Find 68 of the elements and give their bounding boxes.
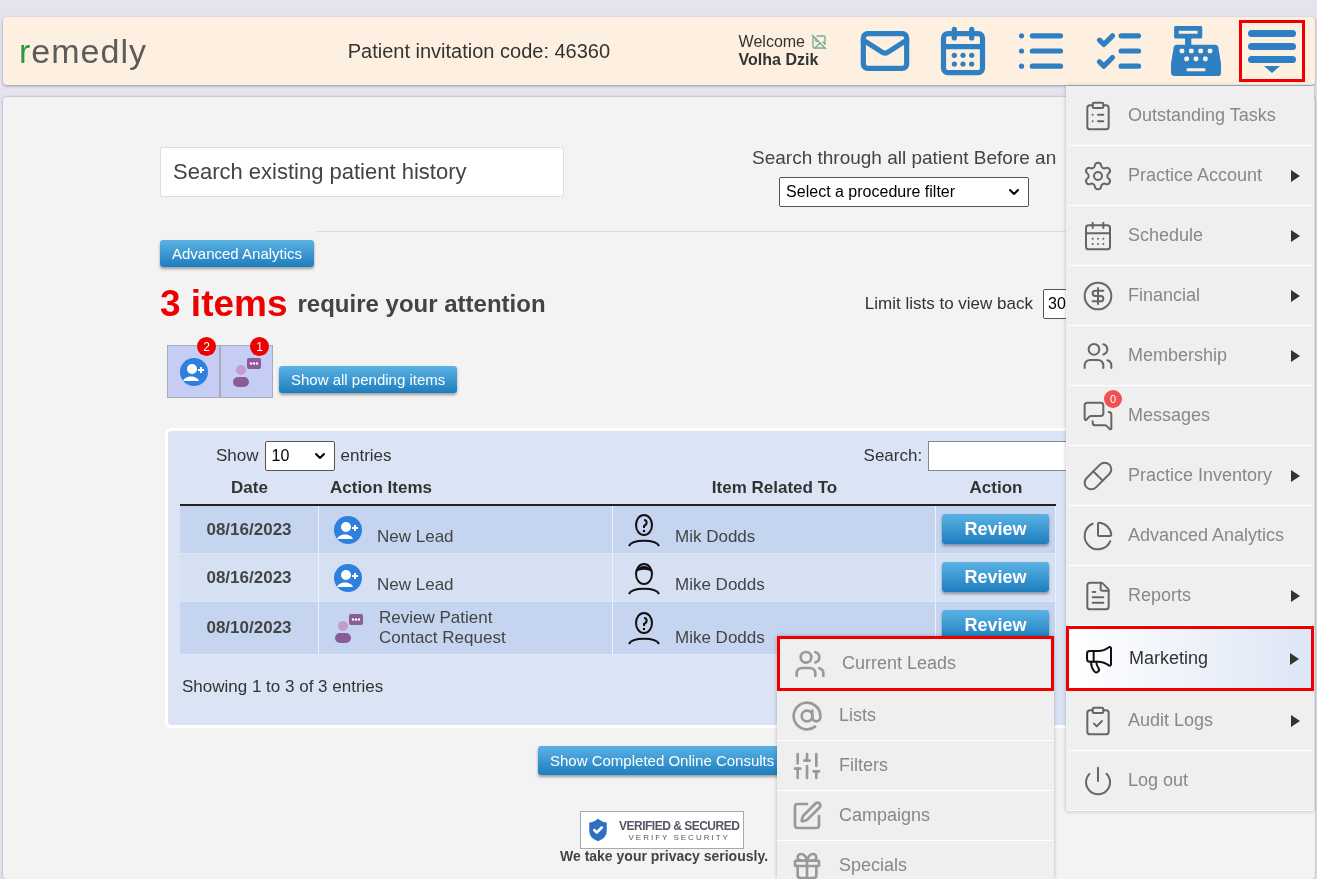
search-label: Search through all patient Before an (752, 147, 1057, 169)
unknown-person-icon (627, 611, 661, 645)
entries-select[interactable]: 10 (264, 441, 335, 471)
seal-title: VERIFIED & SECURED (619, 818, 740, 833)
entries-label: entries (340, 446, 392, 466)
date-cell: 08/16/2023 (206, 519, 292, 540)
user-name: Volha Dzik (738, 51, 819, 69)
broken-image-icon (811, 34, 827, 50)
related-name: Mike Dodds (675, 575, 765, 596)
menu-item[interactable]: Advanced Analytics (1068, 506, 1312, 566)
privacy-text: We take your privacy seriously. (560, 849, 770, 864)
gear-icon (1082, 159, 1114, 192)
menu-item[interactable]: Log out (1068, 751, 1312, 811)
menu-item[interactable]: Practice Inventory (1068, 446, 1312, 506)
date-cell: 08/10/2023 (206, 618, 292, 638)
menu-item[interactable]: Schedule (1068, 206, 1312, 266)
dollar-icon (1082, 279, 1114, 312)
at-sign-icon (791, 699, 823, 732)
related-name: Mik Dodds (675, 527, 756, 548)
user-plus-icon (333, 514, 363, 545)
submenu-item[interactable]: Current Leads (777, 636, 1054, 691)
action-item-text: New Lead (377, 527, 454, 548)
menu-item[interactable]: Membership (1068, 326, 1312, 386)
power-icon (1082, 764, 1114, 797)
pill-bottle-icon (1082, 459, 1114, 492)
toolbar-button[interactable] (1239, 20, 1305, 82)
date-cell: 08/16/2023 (206, 567, 292, 588)
show-label: Show (216, 446, 259, 466)
cash-register-icon (1171, 26, 1221, 76)
review-button[interactable]: Review (942, 562, 1049, 592)
items-count: 3 items (160, 283, 288, 325)
unknown-person-icon (627, 512, 661, 547)
related-name: Mike Dodds (675, 628, 765, 649)
submenu-item[interactable]: Lists (777, 691, 1054, 741)
user-plus-icon (333, 562, 363, 593)
user-plus-icon (178, 356, 209, 387)
chat-person-icon (230, 355, 263, 388)
seal-subtitle: VERIFY SECURITY (628, 832, 730, 842)
search-label: Search: (863, 446, 923, 466)
action-item-text: New Lead (377, 575, 454, 596)
count-badge: 0 (1104, 390, 1122, 408)
attention-text: require your attention (297, 290, 546, 318)
limit-label: Limit lists to view back (864, 294, 1033, 314)
pie-chart-icon (1082, 519, 1114, 552)
menu-item[interactable]: Outstanding Tasks (1068, 86, 1312, 146)
menu-item[interactable]: Marketing (1066, 626, 1314, 691)
procedure-select[interactable]: Select a procedure filter (779, 177, 1030, 207)
review-button[interactable]: Review (942, 514, 1049, 544)
welcome-text: Welcome (738, 33, 805, 51)
calendar-icon (1082, 219, 1114, 252)
table-info: Showing 1 to 3 of 3 entries (182, 677, 385, 697)
submenu-item[interactable]: Filters (777, 741, 1054, 791)
menu-item[interactable]: Audit Logs (1068, 691, 1312, 751)
menu-icon (1247, 28, 1297, 74)
advanced-analytics-button[interactable]: Advanced Analytics (160, 240, 315, 267)
search-field[interactable]: Search existing patient history (160, 147, 564, 197)
logo: remedly (19, 31, 148, 71)
invitation-code: Patient invitation code: 46360 (347, 39, 612, 63)
menu-item[interactable]: Practice Account (1068, 146, 1312, 206)
show-pending-button[interactable]: Show all pending items (279, 366, 458, 393)
chat-person-icon (333, 612, 365, 644)
submenu-item[interactable]: Campaigns (777, 791, 1054, 841)
edit-icon (791, 799, 823, 832)
submenu-item[interactable]: Specials (777, 841, 1054, 879)
menu-item[interactable]: Messages 0 (1068, 386, 1312, 446)
person-icon (627, 560, 661, 595)
action-item-text: Review Patient Contact Request (379, 608, 507, 649)
menu-item[interactable]: Financial (1068, 266, 1312, 326)
